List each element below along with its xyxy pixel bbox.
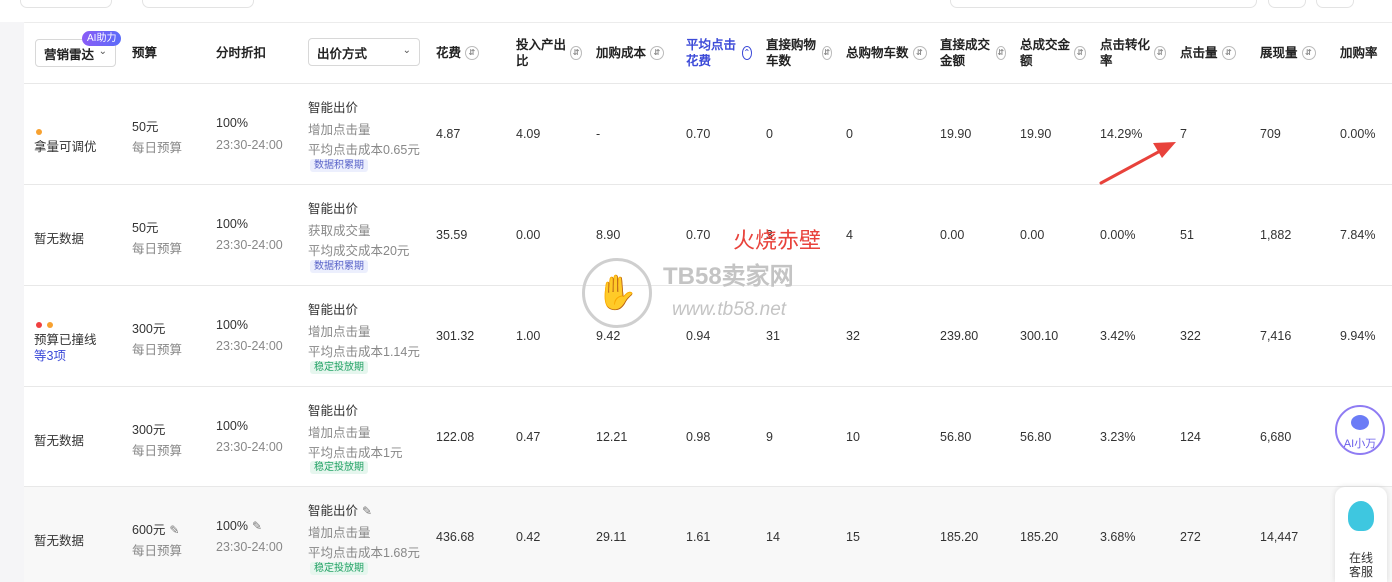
ai-assistant-label: AI小万 <box>1343 438 1377 450</box>
robot-icon <box>1351 415 1369 430</box>
annotation-text: 火烧赤壁 <box>733 228 822 253</box>
annotation-arrow-icon <box>1099 142 1176 185</box>
watermark-url: www.tb58.net <box>672 299 787 320</box>
service-label-line2: 客服 <box>1348 565 1373 579</box>
online-service-button[interactable]: 在线 客服 <box>1335 487 1387 582</box>
watermark-brand: TB58卖家网 <box>663 263 794 290</box>
online-service-label: 在线 客服 <box>1335 551 1387 579</box>
mascot-icon <box>1348 501 1374 531</box>
hand-logo-icon: ✋ <box>582 258 652 328</box>
service-label-line1: 在线 <box>1348 551 1373 565</box>
ai-assistant-button[interactable]: AI小万 <box>1335 405 1385 455</box>
